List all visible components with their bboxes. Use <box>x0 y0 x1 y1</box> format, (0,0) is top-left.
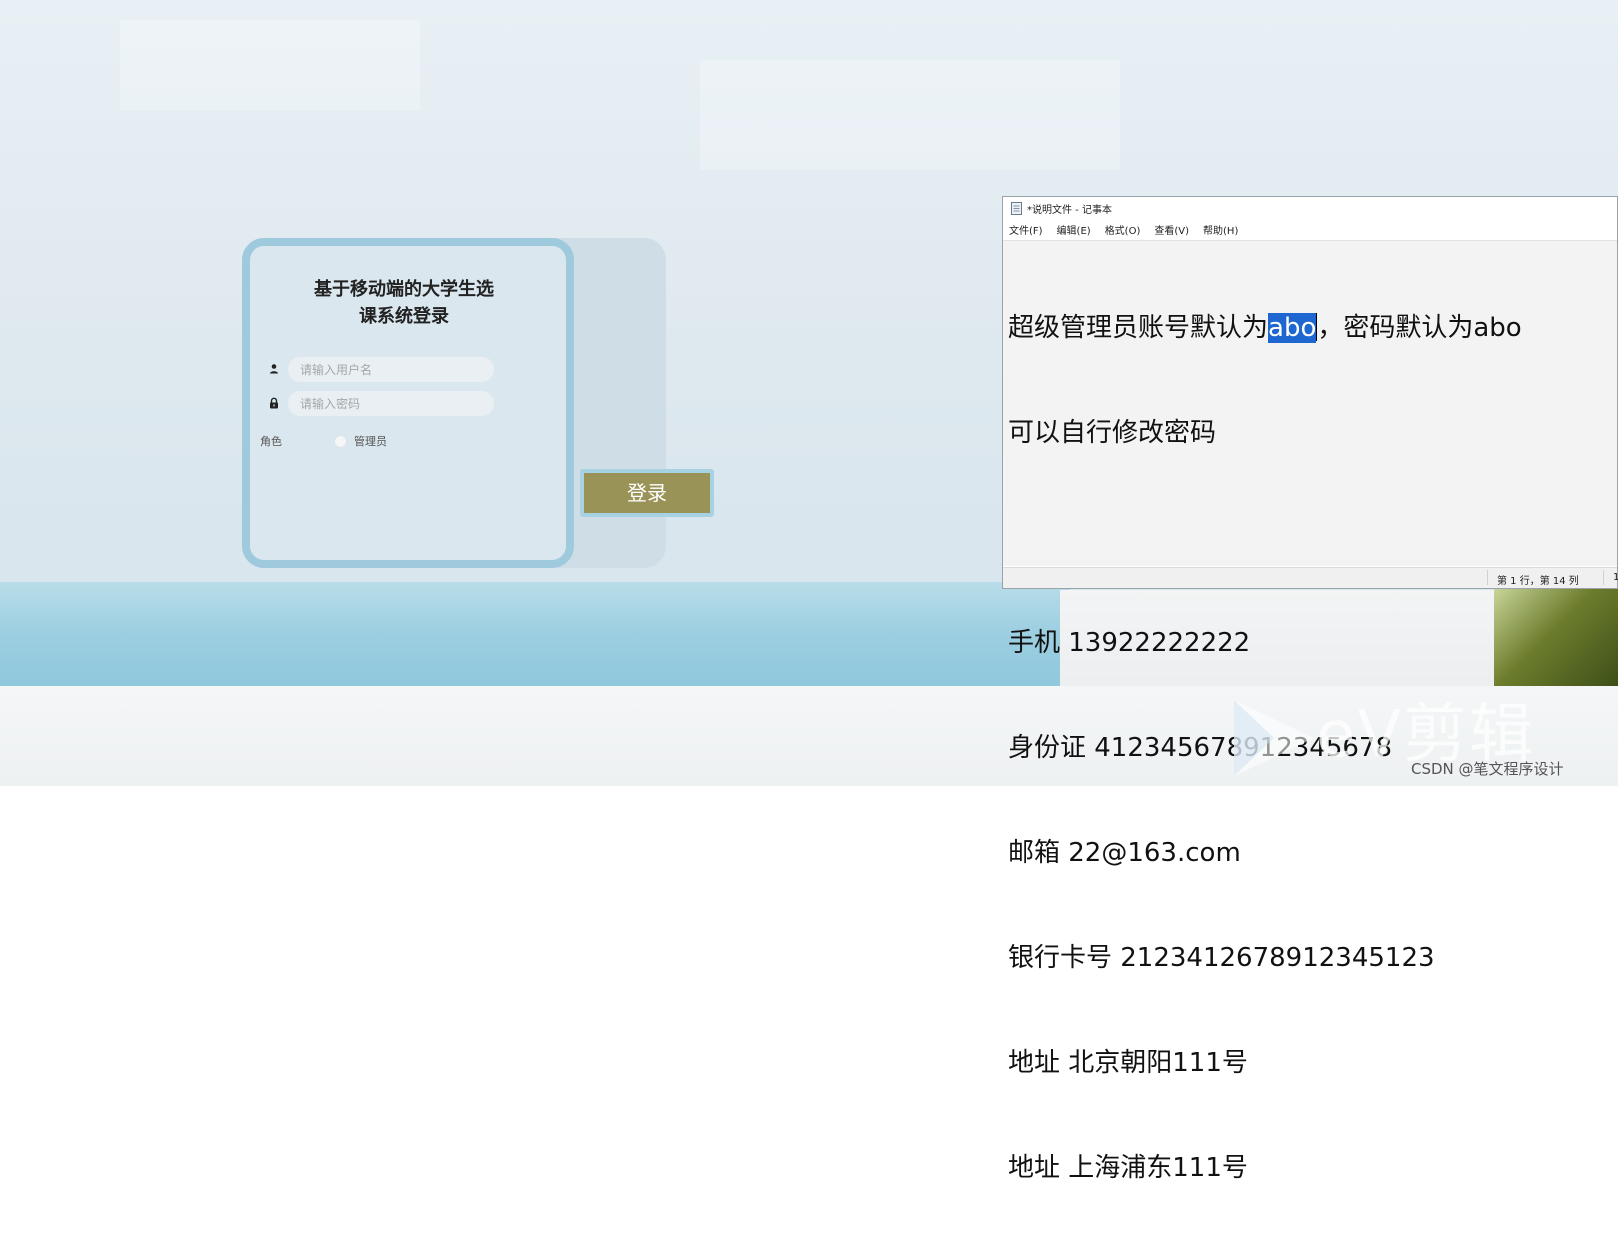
status-divider <box>1603 570 1604 585</box>
menu-view[interactable]: 查看(V) <box>1154 222 1189 237</box>
role-label: 角色 <box>260 435 282 448</box>
background-sea <box>0 582 1070 692</box>
text-line: 手机 13922222222 <box>1008 628 1251 658</box>
menu-file[interactable]: 文件(F) <box>1009 222 1043 237</box>
login-button[interactable]: 登录 <box>580 469 714 517</box>
role-radio-admin-label[interactable]: 管理员 <box>354 433 387 449</box>
text-line: 地址 北京朝阳111号 <box>1008 1048 1248 1078</box>
menu-format[interactable]: 格式(O) <box>1105 222 1141 237</box>
role-radio-admin[interactable] <box>334 435 347 448</box>
login-title-line-1: 基于移动端的大学生选 <box>314 279 494 300</box>
notepad-window: *说明文件 - 记事本 文件(F) 编辑(E) 格式(O) 查看(V) 帮助(H… <box>1002 196 1618 1183</box>
notepad-menubar: 文件(F) 编辑(E) 格式(O) 查看(V) 帮助(H) <box>1003 219 1617 239</box>
background-haze <box>120 20 420 110</box>
password-input[interactable] <box>288 391 494 416</box>
lock-icon <box>270 397 278 409</box>
menu-edit[interactable]: 编辑(E) <box>1057 222 1091 237</box>
login-title: 基于移动端的大学生选 课系统登录 <box>270 276 538 330</box>
notepad-file-icon <box>1011 201 1022 215</box>
notepad-title: *说明文件 - 记事本 <box>1027 204 1112 216</box>
ev-play-logo-icon <box>1234 700 1314 776</box>
notepad-titlebar: *说明文件 - 记事本 <box>1003 197 1617 219</box>
username-input[interactable] <box>288 357 494 382</box>
text-line-1-end: ，密码默认为abo <box>1317 313 1522 343</box>
notepad-statusbar: 第 1 行，第 14 列 1 <box>1003 567 1618 588</box>
csdn-watermark: CSDN @笔文程序设计 <box>1411 760 1564 778</box>
text-line: 邮箱 22@163.com <box>1008 838 1241 868</box>
text-line: 地址 上海浦东111号 <box>1008 1153 1248 1183</box>
status-divider <box>1487 570 1488 585</box>
zoom-level: 1 <box>1613 572 1618 583</box>
user-icon <box>270 364 278 374</box>
background-haze <box>700 60 1120 170</box>
username-field[interactable] <box>288 357 494 382</box>
password-field[interactable] <box>288 391 494 416</box>
text-line: 超级管理员账号默认为abo，密码默认为abo <box>1008 311 1617 346</box>
notepad-text-area[interactable]: 超级管理员账号默认为abo，密码默认为abo 可以自行修改密码 手机 13922… <box>1003 240 1617 1183</box>
login-title-line-2: 课系统登录 <box>359 306 449 327</box>
text-line: 可以自行修改密码 <box>1008 418 1217 448</box>
menu-help[interactable]: 帮助(H) <box>1203 222 1238 237</box>
text-line: 银行卡号 212341267891234512­3 <box>1008 943 1435 973</box>
text-line <box>1008 521 1617 556</box>
selected-text: abo <box>1268 313 1317 343</box>
text-line-1-start: 超级管理员账号默认为 <box>1008 313 1269 343</box>
login-card: 基于移动端的大学生选 课系统登录 角色 管理员 <box>242 238 574 568</box>
cursor-position: 第 1 行，第 14 列 <box>1497 576 1579 587</box>
